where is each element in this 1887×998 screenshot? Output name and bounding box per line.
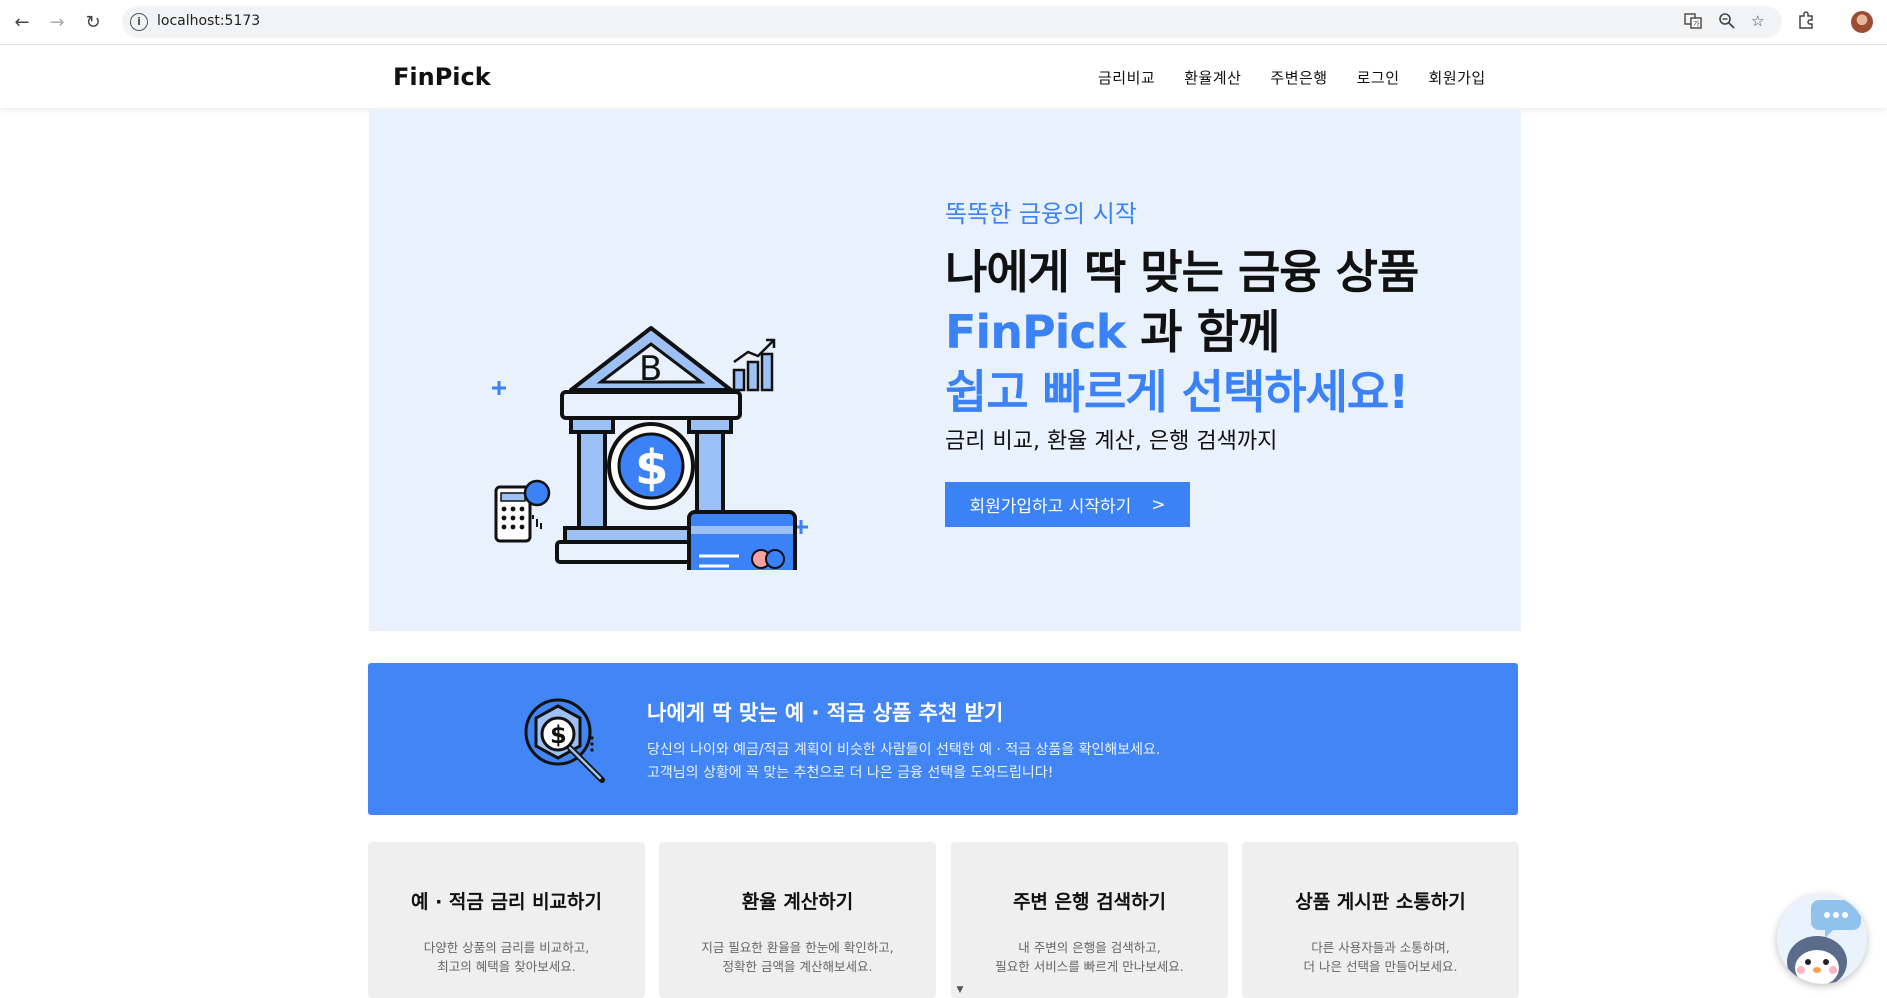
hero-brand: FinPick [945,305,1126,359]
hero-subtitle: 똑똑한 금융의 시작 [945,200,1137,228]
address-bar[interactable]: i localhost:5173 가 ☆ [122,6,1782,38]
card-desc-1: 내 주변의 은행을 검색하고, [1018,940,1161,955]
banner-desc-2: 고객님의 상황에 꼭 맞는 추천으로 더 나은 금융 선택을 도와드립니다! [647,765,1054,781]
bank-currency: $ [635,440,668,496]
reload-icon[interactable]: ↻ [81,10,105,34]
nav-nearby-banks[interactable]: 주변은행 [1270,67,1327,88]
main-nav: 금리비교 환율계산 주변은행 로그인 회원가입 [1098,67,1486,88]
calculator-icon [494,479,551,543]
signup-start-label: 회원가입하고 시작하기 [969,497,1132,517]
card-desc-1: 다양한 상품의 금리를 비교하고, [423,940,590,955]
browser-toolbar: ← → ↻ i localhost:5173 가 ☆ [0,0,1887,45]
banner-desc-1: 당신의 나이와 예금/적금 계획이 비슷한 사람들이 선택한 예 · 적금 상품… [647,742,1161,758]
card-title: 상품 게시판 소통하기 [1295,891,1466,913]
bank-letter: B [639,349,662,389]
back-icon[interactable]: ← [10,10,34,34]
forward-icon[interactable]: → [45,10,69,34]
recommend-banner[interactable]: $ 나에게 딱 맞는 예 · 적금 상품 추천 받기 당신의 나이와 예금/적금… [368,663,1518,815]
hero-headline-line3: 쉽고 빠르게 선택하세요! [945,365,1409,419]
money-search-icon: $ [524,698,605,783]
nav-exchange-calc[interactable]: 환율계산 [1184,67,1241,88]
nav-rate-compare[interactable]: 금리비교 [1098,67,1155,88]
hero-headline-line1: 나에게 딱 맞는 금융 상품 [945,245,1419,299]
chatbot-button[interactable] [1777,894,1867,984]
chatbot-mascot-icon [1777,894,1867,984]
hero-headline-line2-rest: 과 함께 [1140,305,1280,359]
banner-title: 나에게 딱 맞는 예 · 적금 상품 추천 받기 [647,701,1004,725]
site-info-icon[interactable]: i [130,13,148,31]
card-title: 환율 계산하기 [741,891,854,913]
signup-start-button[interactable]: 회원가입하고 시작하기 > [945,482,1190,527]
scroll-down-icon[interactable]: ▼ [953,983,967,997]
card-product-board[interactable]: 상품 게시판 소통하기 다른 사용자들과 소통하며, 더 나은 선택을 만들어보… [1242,842,1519,998]
site-header: FinPick 금리비교 환율계산 주변은행 로그인 회원가입 [0,45,1887,108]
profile-avatar[interactable] [1851,11,1873,33]
card-desc-2: 더 나은 선택을 만들어보세요. [1303,959,1458,974]
zoom-icon[interactable] [1718,12,1736,34]
card-title: 예 · 적금 금리 비교하기 [411,891,602,913]
card-desc-1: 다른 사용자들과 소통하며, [1311,940,1450,955]
card-nearby-banks[interactable]: 주변 은행 검색하기 내 주변의 은행을 검색하고, 필요한 서비스를 빠르게 … [951,842,1228,998]
card-rate-compare[interactable]: 예 · 적금 금리 비교하기 다양한 상품의 금리를 비교하고, 최고의 혜택을… [368,842,645,998]
chevron-right-icon: > [1151,494,1166,515]
extensions-icon[interactable] [1797,11,1815,34]
card-desc-2: 정확한 금액을 계산해보세요. [722,959,873,974]
card-desc-2: 필요한 서비스를 빠르게 만나보세요. [995,959,1184,974]
hero-section: B $ 똑똑한 금융의 시작 나에게 딱 맞는 금융 상품 FinPick 과 … [369,110,1521,631]
banner-icon-symbol: $ [550,721,567,749]
nav-login[interactable]: 로그인 [1357,67,1400,88]
card-exchange-calc[interactable]: 환율 계산하기 지금 필요한 환율을 한눈에 확인하고, 정확한 금액을 계산해… [659,842,936,998]
hero-headline-line2: FinPick 과 함께 [945,296,1280,362]
svg-text:가: 가 [1693,19,1700,28]
site-logo[interactable]: FinPick [393,63,491,91]
url-text: localhost:5173 [157,13,261,29]
bookmark-star-icon[interactable]: ☆ [1751,12,1764,30]
card-desc-2: 최고의 혜택을 찾아보세요. [437,959,576,974]
card-desc-1: 지금 필요한 환율을 한눈에 확인하고, [701,940,894,955]
translate-icon[interactable]: 가 [1684,12,1702,34]
card-title: 주변 은행 검색하기 [1012,891,1167,913]
nav-signup[interactable]: 회원가입 [1429,67,1486,88]
hero-description: 금리 비교, 환율 계산, 은행 검색까지 [945,429,1278,454]
